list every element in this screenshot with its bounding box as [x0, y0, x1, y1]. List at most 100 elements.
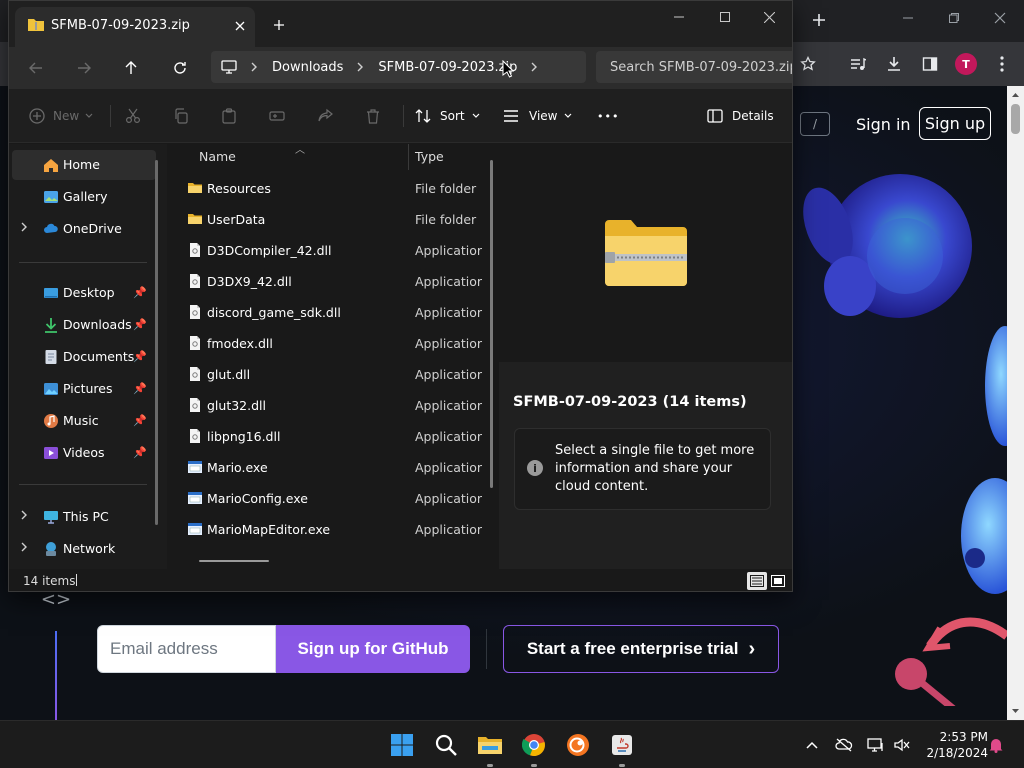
search-icon[interactable]	[430, 729, 462, 761]
volume-muted-icon[interactable]	[892, 735, 912, 755]
up-arrow-icon[interactable]	[116, 53, 146, 83]
browser-restore-icon[interactable]	[944, 8, 964, 28]
network-tray-icon[interactable]	[866, 735, 886, 755]
downloads-icon[interactable]	[880, 50, 908, 78]
more-options-icon[interactable]: •••	[597, 103, 619, 129]
start-windows-icon[interactable]	[386, 729, 418, 761]
search-box[interactable]: Search SFMB-07-09-2023.zip	[596, 51, 792, 83]
java-app-icon[interactable]	[606, 729, 638, 761]
crunchyroll-icon[interactable]	[562, 729, 594, 761]
explorer-tab[interactable]: SFMB-07-09-2023.zip	[15, 7, 255, 47]
file-row[interactable]: glut.dll Applicatior	[167, 359, 489, 390]
scroll-down-arrow-icon[interactable]	[1007, 704, 1024, 718]
tiles-view-toggle-icon[interactable]	[768, 572, 788, 590]
browser-close-icon[interactable]	[990, 8, 1010, 28]
file-row[interactable]: D3DCompiler_42.dll Applicatior	[167, 235, 489, 266]
file-row[interactable]: Mario.exe Applicatior	[167, 452, 489, 483]
nav-item-pictures[interactable]: Pictures 📌	[9, 374, 159, 404]
notification-bell-icon[interactable]	[986, 735, 1006, 755]
sign-in-link[interactable]: Sign in	[848, 110, 919, 138]
cut-icon[interactable]	[125, 103, 141, 129]
delete-trash-icon[interactable]	[365, 103, 381, 129]
chevron-right-icon[interactable]	[531, 62, 538, 72]
new-tab-plus-icon[interactable]	[805, 6, 833, 34]
breadcrumb-zip[interactable]: SFMB-07-09-2023.zip	[378, 60, 517, 75]
new-button[interactable]: New	[29, 103, 93, 129]
pin-icon[interactable]: 📌	[133, 350, 147, 363]
show-hidden-icons-chevron-icon[interactable]	[802, 735, 822, 755]
file-row[interactable]: MarioConfig.exe Applicatior	[167, 483, 489, 514]
file-row[interactable]: glut32.dll Applicatior	[167, 390, 489, 421]
nav-scrollbar[interactable]	[155, 160, 158, 525]
sort-button[interactable]: Sort	[415, 103, 480, 129]
column-name[interactable]: Name	[199, 149, 236, 164]
chrome-icon[interactable]	[518, 729, 550, 761]
pin-icon[interactable]: 📌	[133, 446, 147, 459]
nav-item-documents[interactable]: Documents 📌	[9, 342, 159, 372]
rename-icon[interactable]	[269, 103, 285, 129]
browser-menu-kebab-icon[interactable]	[988, 50, 1016, 78]
scroll-up-arrow-icon[interactable]	[1007, 88, 1024, 102]
nav-item-desktop[interactable]: Desktop 📌	[9, 278, 159, 308]
chevron-right-icon[interactable]	[21, 510, 28, 520]
chevron-right-icon[interactable]	[357, 62, 364, 72]
details-button[interactable]: Details	[707, 103, 774, 129]
enterprise-trial-button[interactable]: Start a free enterprise trial ›	[503, 625, 779, 673]
paste-icon[interactable]	[221, 103, 237, 129]
side-panel-icon[interactable]	[916, 50, 944, 78]
search-shortcut-key[interactable]: /	[800, 112, 830, 136]
file-row[interactable]: discord_game_sdk.dll Applicatior	[167, 297, 489, 328]
pin-icon[interactable]: 📌	[133, 382, 147, 395]
chevron-right-icon[interactable]	[21, 542, 28, 552]
nav-item-downloads[interactable]: Downloads 📌	[9, 310, 159, 340]
view-button[interactable]: View	[503, 103, 572, 129]
chevron-right-icon[interactable]	[21, 222, 28, 232]
nav-item-music[interactable]: Music 📌	[9, 406, 159, 436]
nav-item-gallery[interactable]: Gallery	[9, 182, 159, 212]
close-window-icon[interactable]	[749, 5, 789, 29]
onedrive-tray-icon[interactable]	[834, 735, 854, 755]
column-type[interactable]: Type	[415, 149, 444, 164]
details-view-toggle-icon[interactable]	[747, 572, 767, 590]
sign-up-for-github-button[interactable]: Sign up for GitHub	[276, 625, 470, 673]
nav-item-onedrive[interactable]: OneDrive	[9, 214, 159, 244]
copy-icon[interactable]	[173, 103, 189, 129]
file-list-scrollbar[interactable]	[490, 160, 493, 488]
breadcrumb[interactable]: Downloads SFMB-07-09-2023.zip	[211, 51, 586, 83]
file-row[interactable]: fmodex.dll Applicatior	[167, 328, 489, 359]
file-explorer-taskbar-icon[interactable]	[474, 729, 506, 761]
browser-minimize-icon[interactable]	[898, 8, 918, 28]
nav-item-network[interactable]: Network	[9, 534, 159, 564]
back-arrow-icon[interactable]	[21, 53, 51, 83]
column-divider[interactable]	[408, 144, 409, 170]
nav-item-videos[interactable]: Videos 📌	[9, 438, 159, 468]
scrollbar-thumb[interactable]	[1011, 104, 1020, 134]
file-row[interactable]: libpng16.dll Applicatior	[167, 421, 489, 452]
share-icon[interactable]	[317, 103, 333, 129]
close-tab-icon[interactable]	[229, 15, 251, 37]
pin-icon[interactable]: 📌	[133, 286, 147, 299]
profile-avatar[interactable]: T	[955, 53, 977, 75]
file-list-horizontal-scrollbar[interactable]	[199, 560, 269, 562]
file-row[interactable]: Resources File folder	[167, 173, 489, 204]
file-row[interactable]: UserData File folder	[167, 204, 489, 235]
chevron-right-icon[interactable]	[251, 62, 258, 72]
breadcrumb-downloads[interactable]: Downloads	[272, 60, 343, 75]
nav-item-this-pc[interactable]: This PC	[9, 502, 159, 532]
pin-icon[interactable]: 📌	[133, 414, 147, 427]
refresh-icon[interactable]	[165, 53, 195, 83]
new-tab-icon[interactable]	[267, 13, 291, 37]
bookmark-star-icon[interactable]	[794, 50, 822, 78]
sign-up-button[interactable]: Sign up	[919, 107, 991, 140]
nav-item-home[interactable]: Home	[12, 150, 156, 180]
minimize-icon[interactable]	[659, 5, 699, 29]
pin-icon[interactable]: 📌	[133, 318, 147, 331]
media-queue-icon[interactable]	[844, 50, 872, 78]
system-clock[interactable]: 2:53 PM 2/18/2024	[920, 729, 988, 761]
file-row[interactable]: D3DX9_42.dll Applicatior	[167, 266, 489, 297]
forward-arrow-icon[interactable]	[69, 53, 99, 83]
email-input[interactable]	[97, 625, 276, 673]
page-scrollbar[interactable]	[1007, 86, 1024, 720]
maximize-icon[interactable]	[705, 5, 745, 29]
file-row[interactable]: MarioMapEditor.exe Applicatior	[167, 514, 489, 545]
